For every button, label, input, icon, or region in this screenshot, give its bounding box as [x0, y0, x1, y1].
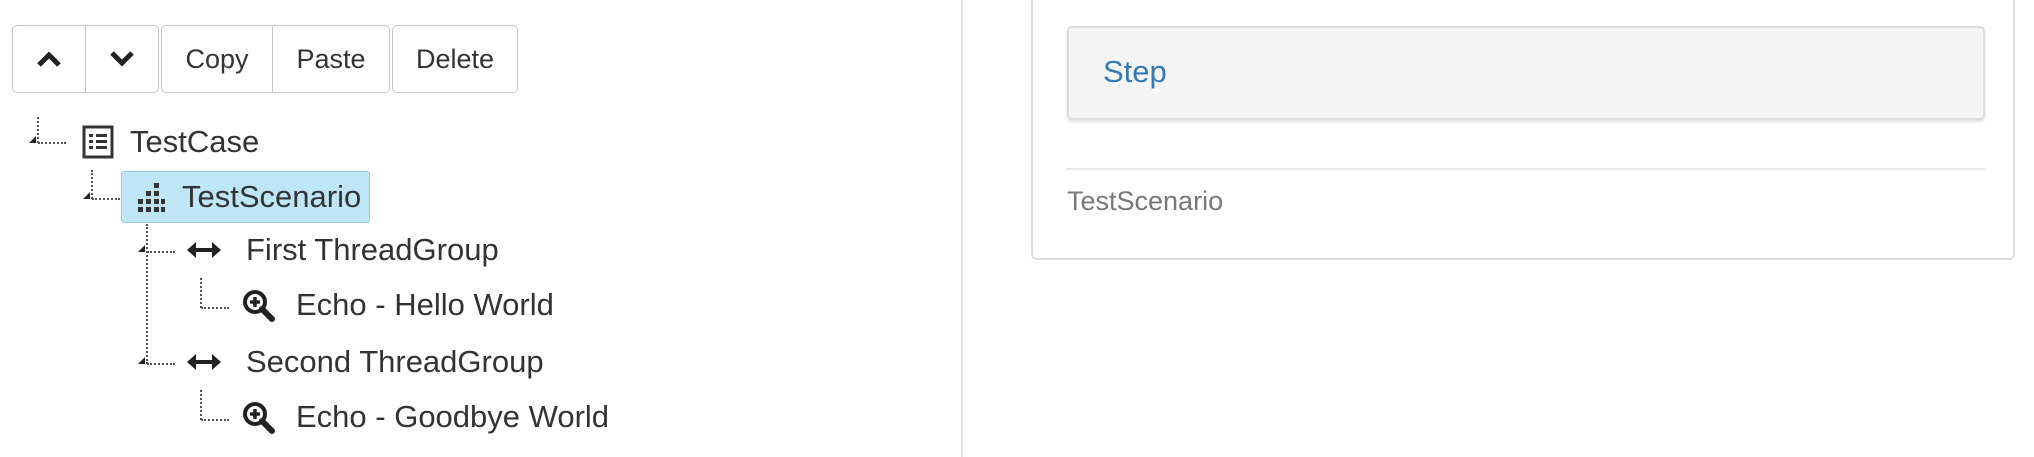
tree-node-testcase[interactable]: TestCase: [80, 120, 259, 164]
zoom-in-icon: [240, 399, 276, 435]
tree-connector: [201, 419, 229, 421]
tree-node-testscenario[interactable]: TestScenario: [121, 171, 371, 223]
tree-node-label: Echo - Goodbye World: [296, 399, 610, 434]
tree-node-label: TestCase: [130, 124, 260, 159]
resize-horizontal-icon: [186, 344, 222, 380]
resize-horizontal-icon: [186, 232, 222, 268]
step-link[interactable]: Step: [1103, 54, 1167, 90]
tree-node-label: TestScenario: [182, 179, 362, 214]
tree-connector: [200, 278, 202, 308]
tree-connector: [201, 307, 229, 309]
tree-node-label: Echo - Hello World: [296, 287, 554, 322]
pane-divider[interactable]: [961, 0, 963, 457]
panel-body-text: TestScenario: [1067, 186, 1224, 216]
tree-connector: [37, 117, 39, 143]
tree-connector: [91, 170, 93, 199]
tasks-icon: [132, 179, 168, 215]
tree-connector: [147, 251, 175, 253]
tree-node-label: First ThreadGroup: [246, 232, 499, 267]
expanded-indicator-icon: [83, 192, 90, 199]
expanded-indicator-icon: [29, 136, 36, 143]
tree-connector: [38, 142, 66, 144]
tree-node-echo-goodbye-world[interactable]: Echo - Goodbye World: [240, 395, 609, 439]
tree-connector: [92, 198, 120, 200]
expanded-indicator-icon: [138, 357, 145, 364]
tree-node-label: Second ThreadGroup: [246, 344, 544, 379]
step-panel: Step TestScenario: [1031, 0, 2015, 260]
panel-divider: [1067, 168, 1985, 170]
tree-node-first-threadgroup[interactable]: First ThreadGroup: [186, 228, 499, 272]
expanded-indicator-icon: [138, 245, 145, 252]
tree-connector: [200, 390, 202, 420]
tree-node-echo-hello-world[interactable]: Echo - Hello World: [240, 283, 554, 327]
tree-node-second-threadgroup[interactable]: Second ThreadGroup: [186, 340, 544, 384]
tree-connector: [146, 224, 148, 364]
tree-connector: [147, 363, 175, 365]
list-alt-icon: [80, 124, 116, 160]
zoom-in-icon: [240, 287, 276, 323]
panel-heading: Step: [1067, 26, 1985, 120]
test-tree: TestCase TestScenario First ThreadGroup: [0, 0, 960, 457]
